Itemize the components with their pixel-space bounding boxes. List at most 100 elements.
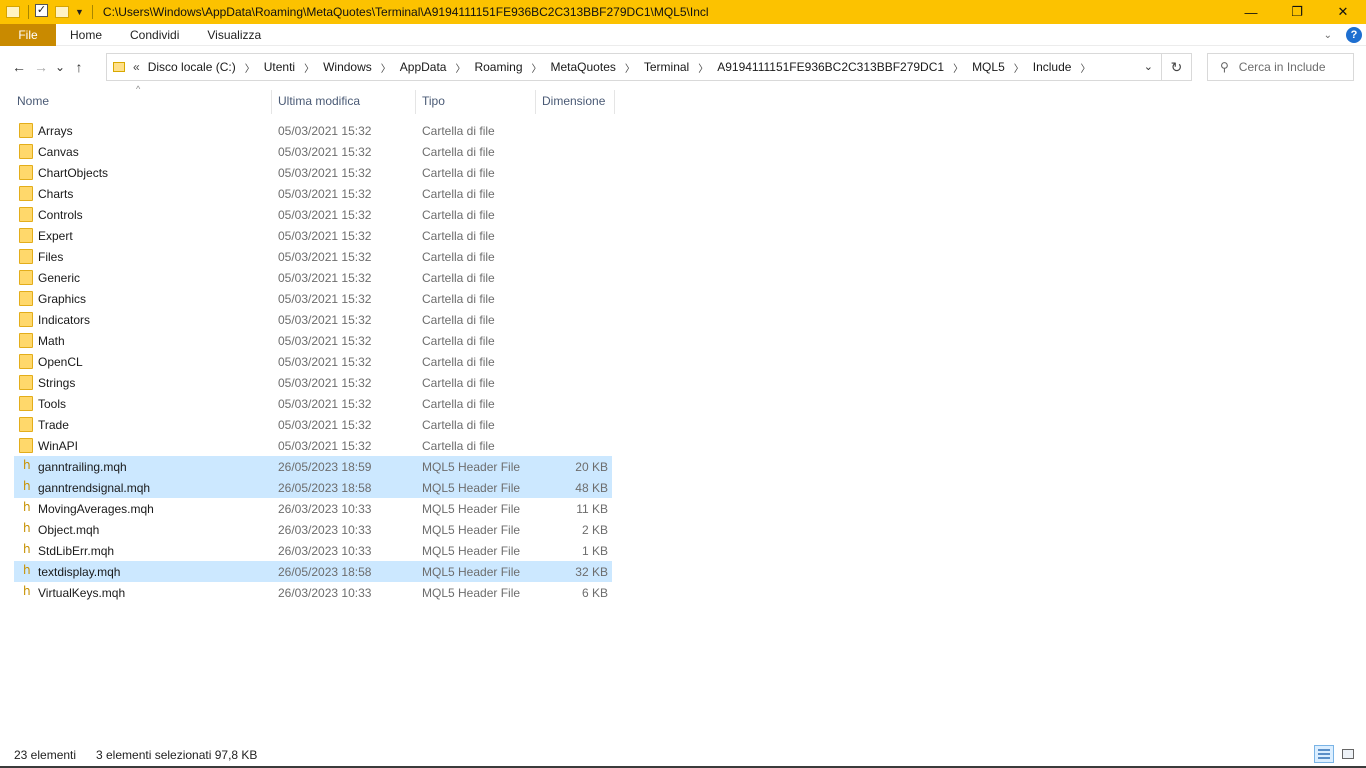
search-input[interactable] — [1238, 60, 1339, 74]
properties-icon[interactable]: ✓ — [35, 4, 49, 20]
address-dropdown-icon[interactable]: ⌄ — [1144, 60, 1153, 73]
chevron-right-icon[interactable]: 〉 — [1014, 60, 1024, 75]
file-date: 26/05/2023 18:58 — [278, 564, 372, 579]
file-list: Arrays 05/03/2021 15:32 Cartella di file Ca… — [14, 120, 612, 603]
column-header-name[interactable]: Nome — [17, 88, 267, 114]
file-date: 05/03/2021 15:32 — [278, 249, 372, 264]
header-file-icon: h — [23, 500, 31, 514]
file-name: OpenCL — [38, 354, 83, 369]
folder-row[interactable]: Canvas 05/03/2021 15:32 Cartella di file — [14, 141, 612, 162]
folder-row[interactable]: WinAPI 05/03/2021 15:32 Cartella di file — [14, 435, 612, 456]
window-title: C:\Users\Windows\AppData\Roaming\MetaQuo… — [102, 5, 709, 19]
chevron-right-icon[interactable]: 〉 — [245, 60, 255, 75]
file-name: Tools — [38, 396, 67, 411]
file-size: 1 KB — [581, 543, 608, 558]
chevron-right-icon[interactable]: 〉 — [953, 60, 963, 75]
expand-ribbon-icon[interactable]: ⌄ — [1324, 30, 1332, 41]
breadcrumb-users[interactable]: Utenti — [264, 60, 295, 74]
chevron-right-icon[interactable]: 〉 — [625, 60, 635, 75]
chevron-right-icon[interactable]: 〉 — [698, 60, 708, 75]
column-header-size[interactable]: Dimensione — [542, 88, 614, 114]
column-divider[interactable] — [614, 90, 615, 114]
file-name: Strings — [38, 375, 76, 390]
folder-row[interactable]: OpenCL 05/03/2021 15:32 Cartella di file — [14, 351, 612, 372]
large-icons-view-icon — [1342, 749, 1354, 759]
column-header-modified[interactable]: Ultima modifica — [278, 88, 412, 114]
folder-row[interactable]: Math 05/03/2021 15:32 Cartella di file — [14, 330, 612, 351]
folder-row[interactable]: Indicators 05/03/2021 15:32 Cartella di fi… — [14, 309, 612, 330]
breadcrumb-roaming[interactable]: Roaming — [474, 60, 522, 74]
file-name: Arrays — [38, 123, 73, 138]
breadcrumb-appdata[interactable]: AppData — [400, 60, 447, 74]
refresh-button[interactable]: ↻ — [1162, 53, 1192, 81]
breadcrumb-disk[interactable]: Disco locale (C:) — [148, 60, 236, 74]
address-bar[interactable]: « Disco locale (C:) 〉 Utenti 〉 Windows 〉… — [106, 53, 1162, 81]
file-row[interactable]: h VirtualKeys.mqh 26/03/2023 10:33 MQL5 Hea… — [14, 582, 612, 603]
breadcrumb-include[interactable]: Include — [1033, 60, 1072, 74]
file-type: Cartella di file — [422, 396, 495, 411]
close-button[interactable]: ✕ — [1320, 0, 1366, 24]
file-type: MQL5 Header File — [422, 522, 521, 537]
new-folder-icon[interactable] — [55, 4, 69, 20]
help-icon[interactable]: ? — [1346, 27, 1362, 43]
file-row[interactable]: h MovingAverages.mqh 26/03/2023 10:33 MQL5 … — [14, 498, 612, 519]
column-divider[interactable] — [535, 90, 536, 114]
quick-access-toolbar: ✓ ▼ — [0, 0, 93, 24]
chevron-right-icon[interactable]: 〉 — [1080, 60, 1090, 75]
tab-file[interactable]: File — [0, 23, 56, 46]
breadcrumb-terminal-id[interactable]: A9194111151FE936BC2C313BBF279DC1 — [717, 60, 944, 74]
search-box[interactable]: ⚲ — [1207, 53, 1354, 81]
recent-locations-icon[interactable]: ⌄ — [52, 60, 68, 74]
minimize-button[interactable]: — — [1228, 0, 1274, 24]
folder-row[interactable]: Graphics 05/03/2021 15:32 Cartella di file — [14, 288, 612, 309]
back-button[interactable]: ← — [8, 59, 30, 75]
file-type: MQL5 Header File — [422, 459, 521, 474]
file-type: MQL5 Header File — [422, 501, 521, 516]
file-row[interactable]: h textdisplay.mqh 26/05/2023 18:58 MQL5 Hea… — [14, 561, 612, 582]
tab-share[interactable]: Condividi — [116, 24, 193, 46]
breadcrumb-metaquotes[interactable]: MetaQuotes — [551, 60, 616, 74]
file-date: 05/03/2021 15:32 — [278, 396, 372, 411]
forward-button[interactable]: → — [30, 59, 52, 75]
folder-row[interactable]: Files 05/03/2021 15:32 Cartella di file — [14, 246, 612, 267]
folder-row[interactable]: Tools 05/03/2021 15:32 Cartella di file — [14, 393, 612, 414]
column-header-type[interactable]: Tipo — [422, 88, 532, 114]
folder-icon — [19, 207, 33, 222]
tab-view[interactable]: Visualizza — [193, 24, 275, 46]
file-date: 05/03/2021 15:32 — [278, 417, 372, 432]
folder-row[interactable]: Charts 05/03/2021 15:32 Cartella di file — [14, 183, 612, 204]
folder-icon — [19, 291, 33, 306]
breadcrumb-terminal[interactable]: Terminal — [644, 60, 689, 74]
folder-row[interactable]: Strings 05/03/2021 15:32 Cartella di file — [14, 372, 612, 393]
selection-info: 3 elementi selezionati 97,8 KB — [96, 748, 258, 762]
tab-home[interactable]: Home — [56, 24, 116, 46]
large-icons-view-button[interactable] — [1338, 745, 1358, 763]
folder-row[interactable]: Controls 05/03/2021 15:32 Cartella di file — [14, 204, 612, 225]
file-date: 26/05/2023 18:58 — [278, 480, 372, 495]
file-type: Cartella di file — [422, 291, 495, 306]
customize-toolbar-icon[interactable]: ▼ — [75, 7, 84, 17]
chevron-right-icon[interactable]: 〉 — [455, 60, 465, 75]
folder-row[interactable]: Generic 05/03/2021 15:32 Cartella di file — [14, 267, 612, 288]
file-row[interactable]: h ganntrailing.mqh 26/05/2023 18:59 MQL5 He… — [14, 456, 612, 477]
breadcrumb-windows[interactable]: Windows — [323, 60, 372, 74]
chevron-right-icon[interactable]: 〉 — [532, 60, 542, 75]
column-divider[interactable] — [415, 90, 416, 114]
folder-row[interactable]: Trade 05/03/2021 15:32 Cartella di file — [14, 414, 612, 435]
file-row[interactable]: h StdLibErr.mqh 26/03/2023 10:33 MQL5 Heade… — [14, 540, 612, 561]
folder-row[interactable]: ChartObjects 05/03/2021 15:32 Cartella di … — [14, 162, 612, 183]
maximize-button[interactable]: ❐ — [1274, 0, 1320, 24]
column-divider[interactable] — [271, 90, 272, 114]
header-file-icon: h — [23, 458, 31, 472]
chevron-right-icon[interactable]: 〉 — [304, 60, 314, 75]
chevron-right-icon[interactable]: 〉 — [381, 60, 391, 75]
overflow-icon[interactable]: « — [133, 60, 140, 74]
file-row[interactable]: h Object.mqh 26/03/2023 10:33 MQL5 Header F… — [14, 519, 612, 540]
up-button[interactable]: ↑ — [68, 59, 90, 75]
breadcrumb-mql5[interactable]: MQL5 — [972, 60, 1005, 74]
file-name: textdisplay.mqh — [38, 564, 121, 579]
folder-row[interactable]: Expert 05/03/2021 15:32 Cartella di file — [14, 225, 612, 246]
details-view-button[interactable] — [1314, 745, 1334, 763]
folder-row[interactable]: Arrays 05/03/2021 15:32 Cartella di file — [14, 120, 612, 141]
file-row[interactable]: h ganntrendsignal.mqh 26/05/2023 18:58 MQL5… — [14, 477, 612, 498]
